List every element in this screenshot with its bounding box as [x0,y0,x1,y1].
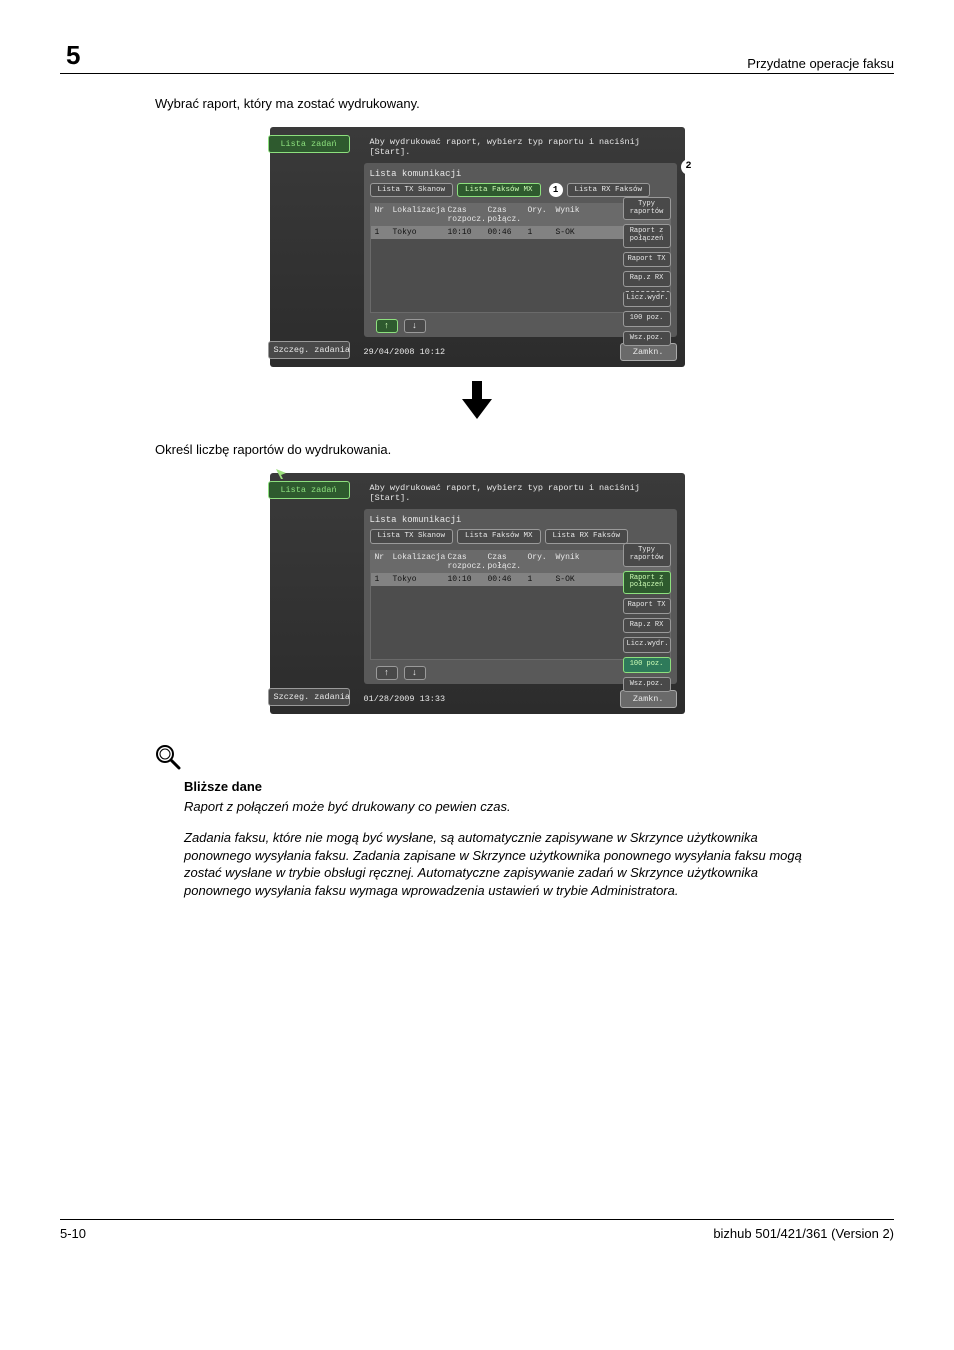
szczeg-zadania-button-2[interactable]: Szczeg. zadania [268,688,350,706]
lista-zadan-button-2[interactable]: Lista zadań [268,481,350,499]
section-para-1: Raport z połączeń może być drukowany co … [184,798,822,816]
instruction-text-2: Aby wydrukować raport, wybierz typ rapor… [364,483,677,503]
tab-rx[interactable]: Lista RX Faksów [567,183,651,197]
screenshot-2: Lista zadań Szczeg. zadania Aby wydrukow… [270,473,685,713]
raport-tx-button[interactable]: Raport TX [623,252,671,268]
step1-text: Wybrać raport, który ma zostać wydrukowa… [155,96,894,111]
tab-rx-2[interactable]: Lista RX Faksów [545,529,629,543]
tab-tx-2[interactable]: Lista TX Skanow [370,529,454,543]
rap-rx-button-2[interactable]: Rap.z RX [623,618,671,634]
lista-zadan-button[interactable]: Lista zadań [268,135,350,153]
page-header: 5 Przydatne operacje faksu [60,40,894,74]
wsz-poz-button-2[interactable]: Wsz.poz. [623,677,671,693]
screenshot-1: 2 Lista zadań Szczeg. zadania Aby wydruk… [270,127,685,367]
col-czas2: Czas połącz. [488,206,528,224]
down-button-2[interactable]: ↓ [404,666,426,680]
page-footer: 5-10 bizhub 501/421/361 (Version 2) [60,1219,894,1241]
section-para-2: Zadania faksu, które nie mogą być wysłan… [184,829,822,899]
comm-panel-2: Lista komunikacji Lista TX Skanow Lista … [364,509,677,683]
down-arrow-icon [60,381,894,424]
step2-text: Określ liczbę raportów do wydrukowania. [155,442,894,457]
col-czas1: Czas rozpocz. [448,206,488,224]
rap-rx-button[interactable]: Rap.z RX [623,271,671,287]
datetime-2: 01/28/2009 13:33 [364,694,446,704]
tab-mx[interactable]: Lista Faksów MX [457,183,541,197]
licz-wydr-label: Licz.wydr. [623,291,671,307]
typy-raportow-label-2: Typy raportów [623,543,671,566]
tab-tx[interactable]: Lista TX Skanow [370,183,454,197]
comm-panel: Lista komunikacji Lista TX Skanow Lista … [364,163,677,337]
typy-raportow-label: Typy raportów [623,197,671,220]
raport-polaczen-button[interactable]: Raport z połączeń [623,224,671,247]
col-lok: Lokalizacja [393,206,448,224]
datetime-1: 29/04/2008 10:12 [364,347,446,357]
col-nr: Nr [375,206,393,224]
tab-mx-2[interactable]: Lista Faksów MX [457,529,541,543]
up-button[interactable]: ↑ [376,319,398,333]
down-button[interactable]: ↓ [404,319,426,333]
col-ory: Ory. [528,206,556,224]
magnifier-icon [155,744,894,775]
licz-wydr-label-2: Licz.wydr. [623,637,671,653]
instruction-text: Aby wydrukować raport, wybierz typ rapor… [364,137,677,157]
raport-polaczen-button-2[interactable]: Raport z połączeń [623,571,671,594]
szczeg-zadania-button[interactable]: Szczeg. zadania [268,341,350,359]
page-number: 5-10 [60,1226,86,1241]
header-title: Przydatne operacje faksu [747,56,894,71]
product-name: bizhub 501/421/361 (Version 2) [713,1226,894,1241]
wsz-poz-button[interactable]: Wsz.poz. [623,331,671,347]
100-poz-button-2[interactable]: 100 poz. [623,657,671,673]
pointer-icon [276,469,286,479]
panel-title: Lista komunikacji [370,169,671,179]
chapter-number: 5 [60,40,86,71]
raport-tx-button-2[interactable]: Raport TX [623,598,671,614]
callout-1: 1 [549,183,563,197]
col-wyn: Wynik [556,206,596,224]
up-button-2[interactable]: ↑ [376,666,398,680]
100-poz-button[interactable]: 100 poz. [623,311,671,327]
section-title: Bliższe dane [184,779,894,794]
callout-2: 2 [681,159,697,175]
